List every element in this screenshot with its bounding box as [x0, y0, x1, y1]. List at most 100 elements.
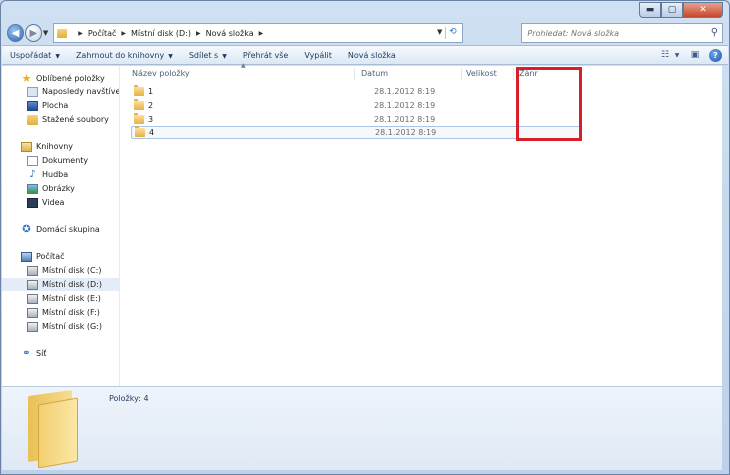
folder-icon [134, 85, 144, 96]
nav-label: Stažené soubory [42, 115, 109, 124]
drive-icon [27, 307, 38, 318]
chevron-down-icon: ▼ [222, 52, 227, 60]
nav-desktop[interactable]: Plocha [2, 99, 119, 112]
folder-icon [134, 99, 144, 110]
file-list[interactable]: Název položky ▲ Datum Velikost Žánr 1 28… [121, 62, 722, 386]
nav-label: Hudba [42, 170, 69, 179]
nav-pictures[interactable]: Obrázky [2, 182, 119, 195]
column-header-size[interactable]: Velikost [466, 69, 497, 81]
documents-icon [27, 155, 38, 166]
include-in-library-button[interactable]: Zahrnout do knihovny ▼ [68, 51, 181, 60]
drive-icon [27, 279, 38, 290]
nav-label: Oblíbené položky [36, 74, 105, 83]
table-row[interactable]: 1 28.1.2012 8:19 [131, 85, 581, 98]
minimize-button[interactable]: ▬ [639, 2, 661, 18]
play-all-button[interactable]: Přehrát vše [235, 51, 296, 60]
file-date: 28.1.2012 8:19 [374, 115, 436, 124]
folder-icon [57, 28, 68, 38]
address-history-chevron-down-icon[interactable]: ▼ [437, 28, 442, 36]
nav-disk-f[interactable]: Místní disk (F:) [2, 306, 119, 319]
folder-icon [134, 113, 144, 124]
breadcrumb-computer[interactable]: Počítač [88, 29, 117, 38]
search-input[interactable] [527, 28, 708, 38]
refresh-icon[interactable]: ⟲ [445, 27, 459, 39]
breadcrumb-separator-icon[interactable]: ▶ [259, 30, 264, 37]
column-divider[interactable] [461, 68, 462, 80]
organize-button[interactable]: Uspořádat ▼ [2, 51, 68, 60]
music-note-icon: ♪ [29, 169, 36, 180]
back-button[interactable]: ◀ [7, 24, 24, 42]
computer-icon [21, 251, 32, 262]
nav-favorites[interactable]: ★ Oblíbené položky [2, 72, 119, 85]
view-chevron-down-icon[interactable]: ▼ [673, 48, 681, 62]
close-button[interactable]: ✕ [683, 2, 723, 18]
recent-pages-chevron-down-icon[interactable]: ▼ [43, 29, 50, 37]
forward-button[interactable]: ▶ [24, 24, 42, 42]
new-folder-button[interactable]: Nová složka [340, 51, 404, 60]
maximize-button[interactable]: ▢ [661, 2, 683, 18]
navigation-pane[interactable]: ★ Oblíbené položky Naposledy navštívené P… [2, 66, 120, 386]
nav-music[interactable]: ♪ Hudba [2, 168, 119, 181]
breadcrumb-separator-icon[interactable]: ▶ [121, 30, 126, 37]
large-folder-icon [24, 389, 84, 469]
nav-disk-d[interactable]: Místní disk (D:) [2, 278, 119, 291]
share-with-button[interactable]: Sdílet s ▼ [181, 51, 235, 60]
column-divider[interactable] [354, 68, 355, 80]
downloads-folder-icon [27, 114, 38, 125]
nav-disk-c[interactable]: Místní disk (C:) [2, 264, 119, 277]
nav-label: Naposledy navštívené [42, 87, 119, 96]
nav-videos[interactable]: Videa [2, 196, 119, 209]
address-row: ◀ ▶ ▼ ▶ Počítač ▶ Místní disk (D:) ▶ Nov… [7, 22, 724, 44]
explorer-window: ▬ ▢ ✕ ◀ ▶ ▼ ▶ Počítač ▶ Místní disk (D:)… [0, 0, 730, 475]
nav-recent-places[interactable]: Naposledy navštívené [2, 85, 119, 98]
nav-computer[interactable]: Počítač [2, 250, 119, 263]
include-in-library-label: Zahrnout do knihovny [75, 50, 165, 60]
search-box[interactable]: ⚲ [521, 23, 724, 43]
nav-network[interactable]: ⚭ Síť [2, 347, 119, 360]
column-header-date[interactable]: Datum [361, 69, 388, 81]
help-icon[interactable]: ? [709, 48, 722, 62]
nav-label: Obrázky [42, 184, 75, 193]
table-row[interactable]: 2 28.1.2012 8:19 [131, 99, 581, 112]
sort-ascending-icon: ▲ [241, 62, 246, 69]
breadcrumb-disk-d[interactable]: Místní disk (D:) [131, 29, 191, 38]
nav-label: Domácí skupina [36, 225, 100, 234]
table-row[interactable]: 3 28.1.2012 8:19 [131, 113, 581, 126]
address-bar[interactable]: ▶ Počítač ▶ Místní disk (D:) ▶ Nová slož… [53, 23, 464, 43]
nav-disk-g[interactable]: Místní disk (G:) [2, 320, 119, 333]
share-with-label: Sdílet s [188, 50, 219, 60]
nav-downloads[interactable]: Stažené soubory [2, 113, 119, 126]
column-header-name[interactable]: Název položky [132, 69, 190, 81]
breadcrumb-new-folder[interactable]: Nová složka [206, 29, 254, 38]
file-name: 3 [148, 115, 154, 124]
file-date: 28.1.2012 8:19 [374, 101, 436, 110]
back-arrow-icon: ◀ [11, 27, 20, 39]
nav-label: Síť [36, 349, 47, 358]
nav-documents[interactable]: Dokumenty [2, 154, 119, 167]
preview-pane-icon[interactable]: ▣ [687, 48, 703, 62]
folder-front-shape [38, 397, 78, 469]
column-divider[interactable] [513, 68, 514, 80]
video-icon [27, 197, 38, 208]
system-drive-icon [27, 265, 38, 276]
table-row[interactable]: 4 28.1.2012 8:19 [131, 126, 581, 139]
nav-homegroup[interactable]: ✪ Domácí skupina [2, 223, 119, 236]
drive-icon [27, 293, 38, 304]
nav-disk-e[interactable]: Místní disk (E:) [2, 292, 119, 305]
nav-label: Plocha [42, 101, 69, 110]
chevron-down-icon: ▼ [168, 52, 173, 60]
chevron-down-icon: ▼ [55, 52, 60, 60]
genre-column-highlight [516, 67, 582, 141]
burn-button[interactable]: Vypálit [296, 51, 340, 60]
desktop-icon [27, 100, 38, 111]
nav-libraries[interactable]: Knihovny [2, 140, 119, 153]
pictures-icon [27, 183, 38, 194]
breadcrumb-separator-icon[interactable]: ▶ [196, 30, 201, 37]
breadcrumb-separator-icon[interactable]: ▶ [78, 30, 83, 37]
main-area: ★ Oblíbené položky Naposledy navštívené P… [2, 62, 722, 386]
file-name: 4 [149, 128, 155, 137]
view-options-icon[interactable]: ☷ [657, 48, 673, 62]
search-icon[interactable]: ⚲ [711, 27, 718, 38]
star-icon: ★ [21, 72, 32, 85]
nav-label: Videa [42, 198, 65, 207]
